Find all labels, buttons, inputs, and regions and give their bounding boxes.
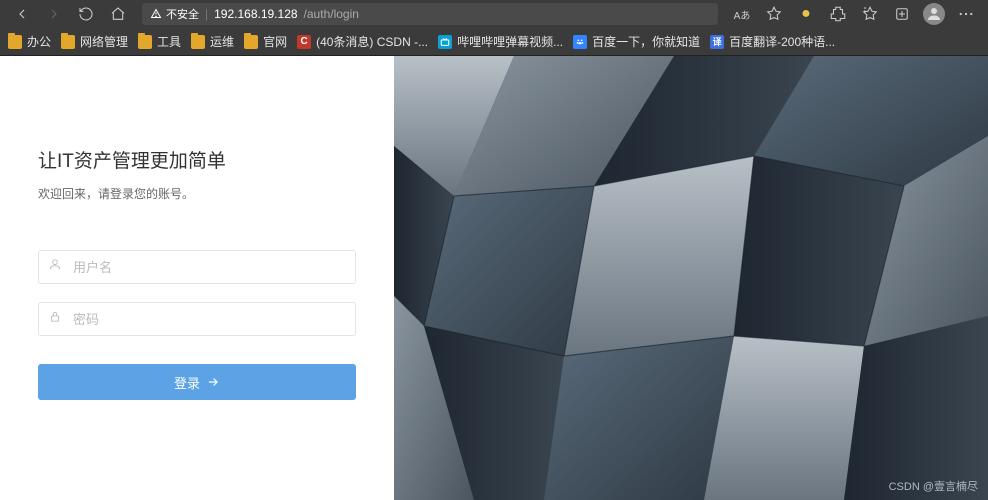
url-host: 192.168.19.128 [214, 7, 297, 21]
bookmark-label: 办公 [27, 33, 51, 50]
bookmark-label: 百度一下，你就知道 [592, 33, 700, 50]
security-indicator: 不安全 [150, 6, 199, 22]
bookmark-item[interactable]: 办公 [8, 33, 51, 50]
profile-button[interactable] [920, 2, 948, 26]
bookmark-label: 网络管理 [80, 33, 128, 50]
bookmark-item[interactable]: 百度一下，你就知道 [573, 33, 700, 50]
bookmark-item[interactable]: 工具 [138, 33, 181, 50]
folder-icon [8, 35, 22, 49]
folder-icon [61, 35, 75, 49]
bookmark-label: 哔哩哔哩弹幕视频... [457, 33, 563, 50]
user-icon [48, 258, 62, 277]
browser-toolbar: 不安全 | 192.168.19.128/auth/login Aあ ● [0, 0, 988, 28]
favicon [573, 35, 587, 49]
watermark: CSDN @壹言楠尽 [889, 478, 978, 494]
username-group [38, 250, 356, 284]
nav-forward-button[interactable] [40, 2, 68, 26]
bookmark-item[interactable]: 译百度翻译-200种语... [710, 33, 835, 50]
nav-home-button[interactable] [104, 2, 132, 26]
lock-icon [48, 310, 62, 329]
bookmark-item[interactable]: 网络管理 [61, 33, 128, 50]
login-button-label: 登录 [174, 373, 200, 392]
security-label: 不安全 [166, 6, 199, 22]
bookmark-label: 工具 [157, 33, 181, 50]
bookmark-item[interactable]: 运维 [191, 33, 234, 50]
password-group [38, 302, 356, 336]
address-bar[interactable]: 不安全 | 192.168.19.128/auth/login [142, 3, 718, 25]
bookmark-label: (40条消息) CSDN -... [316, 33, 428, 50]
weather-icon[interactable]: ● [792, 2, 820, 26]
hero-image: CSDN @壹言楠尽 [394, 56, 988, 500]
bookmark-label: 运维 [210, 33, 234, 50]
username-input[interactable] [38, 250, 356, 284]
login-subtitle: 欢迎回来，请登录您的账号。 [38, 185, 356, 202]
bookmarks-bar: 办公 网络管理 工具 运维 官网 C (40条消息) CSDN -... 哔哩哔哩弹幕视频..… [0, 28, 988, 56]
bookmark-item[interactable]: 哔哩哔哩弹幕视频... [438, 33, 563, 50]
more-button[interactable] [952, 2, 980, 26]
nav-refresh-button[interactable] [72, 2, 100, 26]
favicon: 译 [710, 35, 724, 49]
folder-icon [191, 35, 205, 49]
arrow-right-icon [206, 375, 220, 389]
bookmark-item[interactable]: 官网 [244, 33, 287, 50]
password-input[interactable] [38, 302, 356, 336]
favorite-button[interactable] [760, 2, 788, 26]
collections-button[interactable] [888, 2, 916, 26]
page-content: 让IT资产管理更加简单 欢迎回来，请登录您的账号。 登录 [0, 56, 988, 500]
extensions-button[interactable] [824, 2, 852, 26]
bookmark-label: 百度翻译-200种语... [729, 33, 835, 50]
favicon: C [297, 35, 311, 49]
bookmark-item[interactable]: C (40条消息) CSDN -... [297, 33, 428, 50]
favorites-list-button[interactable] [856, 2, 884, 26]
nav-back-button[interactable] [8, 2, 36, 26]
login-panel: 让IT资产管理更加简单 欢迎回来，请登录您的账号。 登录 [0, 56, 394, 500]
bookmark-label: 官网 [263, 33, 287, 50]
folder-icon [244, 35, 258, 49]
read-aloud-button[interactable]: Aあ [728, 2, 756, 26]
folder-icon [138, 35, 152, 49]
url-path: /auth/login [304, 7, 359, 21]
login-title: 让IT资产管理更加简单 [38, 146, 356, 173]
favicon [438, 35, 452, 49]
login-button[interactable]: 登录 [38, 364, 356, 400]
